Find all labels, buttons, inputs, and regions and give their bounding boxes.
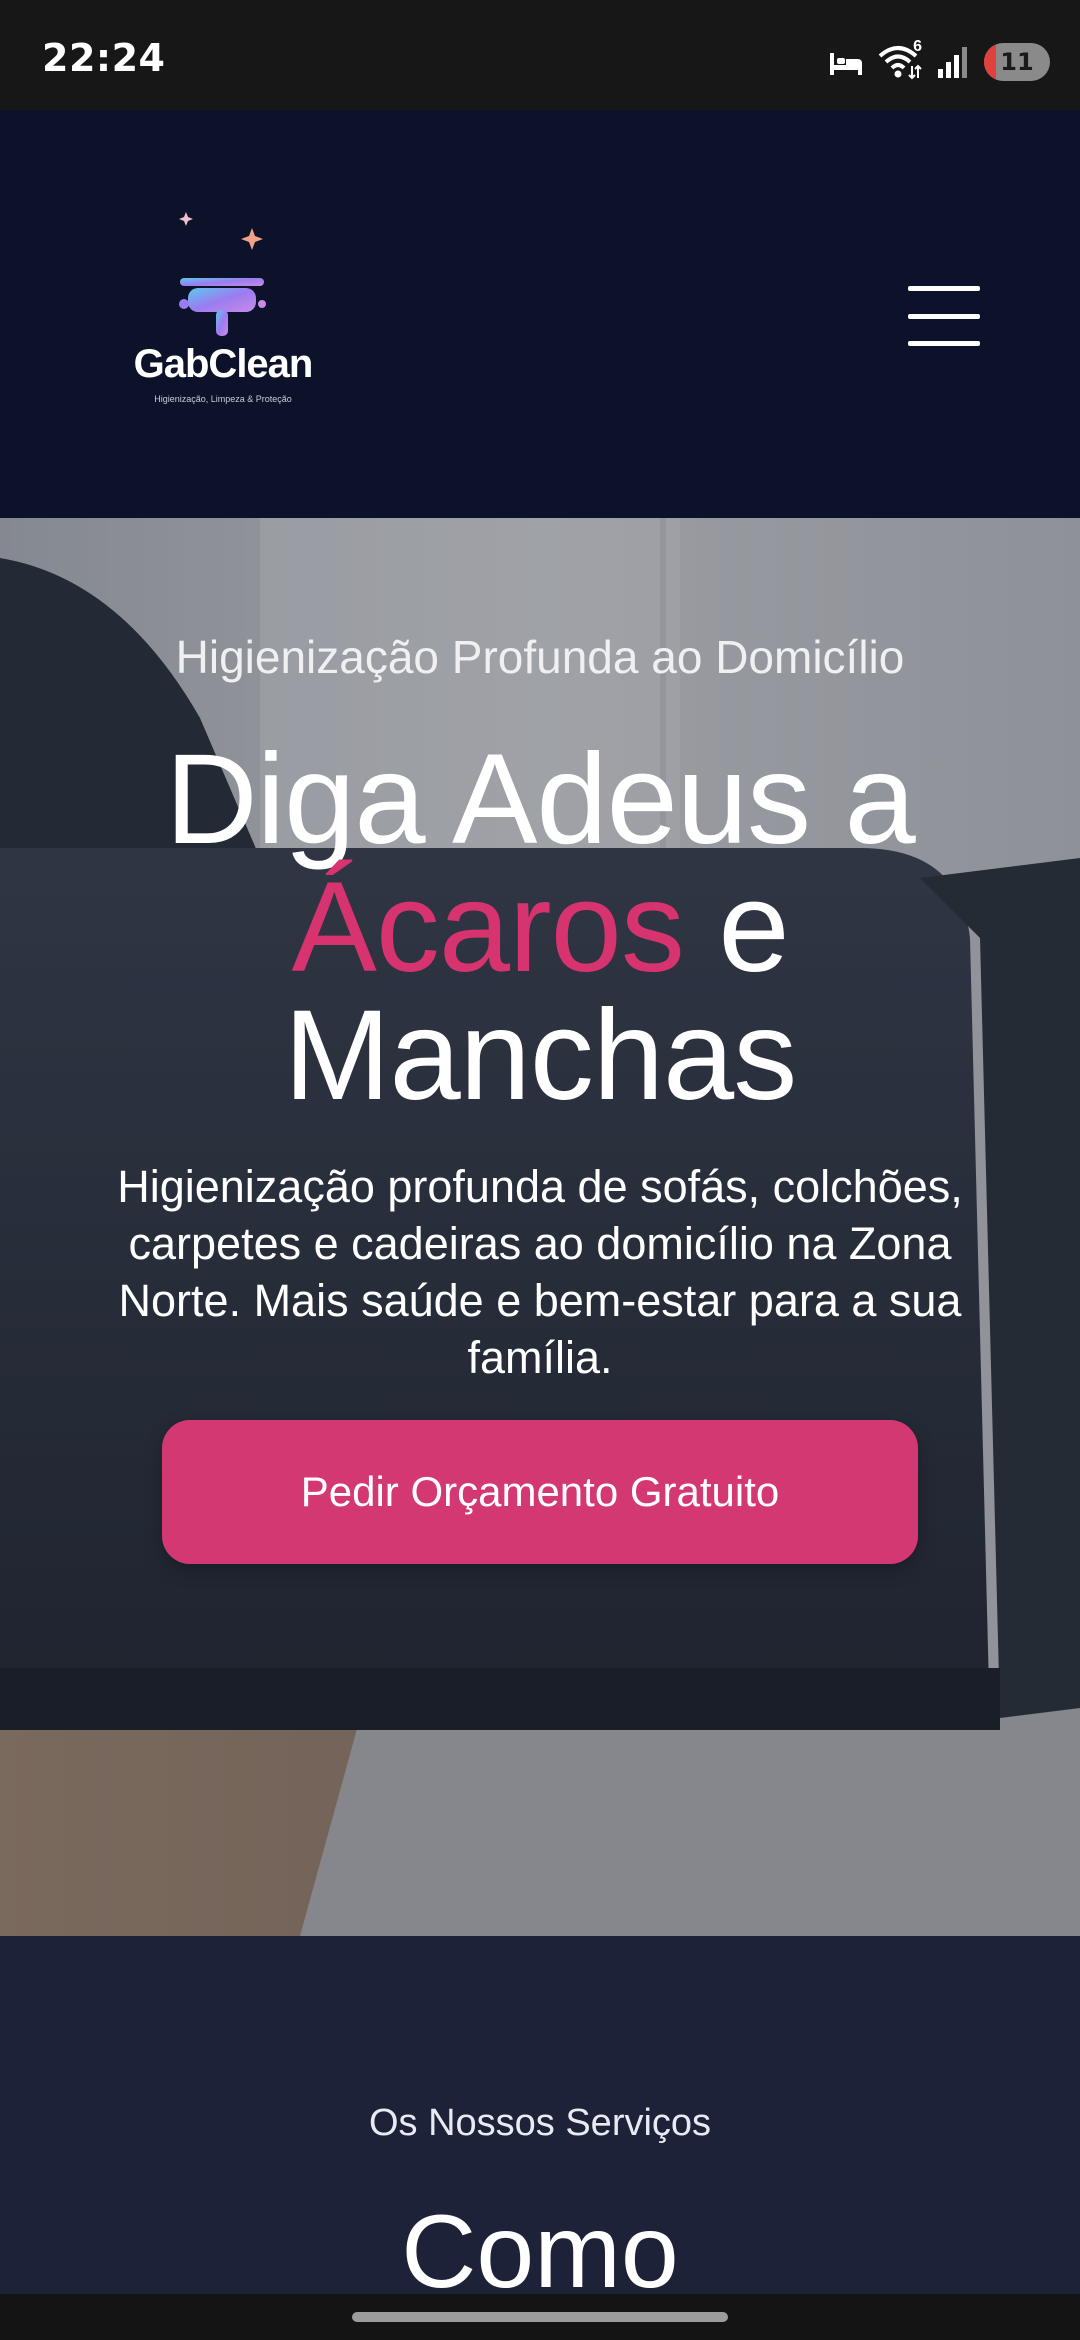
- hero-title-accent: Ácaros: [291, 856, 684, 999]
- menu-line: [908, 341, 980, 346]
- signal-icon: [938, 47, 967, 78]
- menu-line: [908, 313, 980, 319]
- site-header: GabClean Higienização, Limpeza & Proteçã…: [0, 110, 1080, 518]
- system-nav-bar: [0, 2294, 1080, 2340]
- hero-description: Higienização profunda de sofás, colchões…: [117, 1161, 963, 1383]
- wifi-badge: 6: [913, 38, 922, 55]
- status-bar: 22:24 6 11: [0, 0, 1080, 110]
- services-kicker: Os Nossos Serviços: [368, 2102, 712, 2144]
- logo-tagline: Higienização, Limpeza & Proteção: [154, 394, 292, 404]
- status-time: 22:24: [42, 36, 166, 80]
- logo-name: GabClean: [133, 342, 314, 386]
- hero-title-connector: e: [718, 856, 789, 999]
- bed-icon: [830, 53, 862, 75]
- logo-squeegee-icon: [179, 212, 266, 336]
- hamburger-menu-icon[interactable]: [908, 286, 984, 346]
- request-quote-button[interactable]: Pedir Orçamento Gratuito: [162, 1420, 918, 1564]
- hero-title-line3: Manchas: [283, 984, 797, 1127]
- hero-title: Diga Adeus a Ácaros e Manchas: [60, 736, 1020, 1120]
- battery-icon: 11: [984, 43, 1050, 81]
- battery-level: 11: [1000, 48, 1034, 76]
- logo[interactable]: GabClean Higienização, Limpeza & Proteçã…: [128, 208, 318, 428]
- hero-section: Higienização Profunda ao Domicílio Diga …: [0, 518, 1080, 1936]
- home-indicator[interactable]: [352, 2312, 728, 2322]
- wifi-icon: 6: [878, 38, 922, 80]
- services-section: Os Nossos Serviços Como: [0, 1936, 1080, 2340]
- hero-kicker: Higienização Profunda ao Domicílio: [175, 631, 905, 683]
- hero-title-line1: Diga Adeus a: [165, 728, 915, 871]
- menu-line: [908, 286, 980, 291]
- status-icons: 6 11: [828, 38, 1050, 84]
